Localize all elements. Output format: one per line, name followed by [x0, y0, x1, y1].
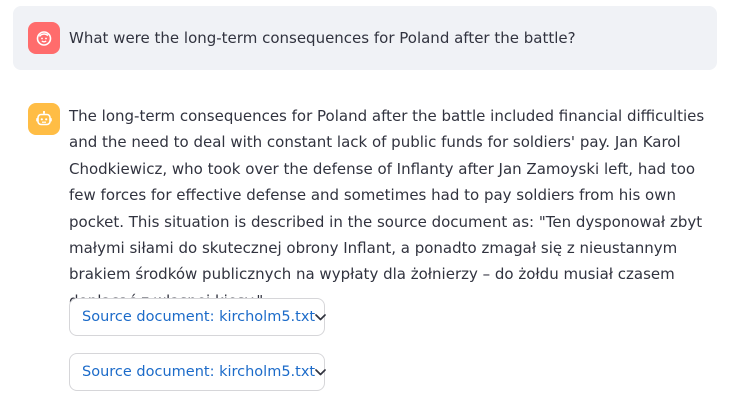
assistant-avatar [28, 103, 60, 135]
robot-icon [36, 110, 52, 126]
source-document-expander[interactable]: Source document: kircholm5.txt [69, 353, 326, 391]
chevron-down-icon [315, 311, 326, 323]
user-message-text: What were the long-term consequences for… [69, 29, 576, 47]
assistant-message-text: The long-term consequences for Poland af… [69, 107, 705, 310]
smiley-face-icon [36, 31, 52, 46]
user-avatar [28, 22, 60, 54]
source-document-label: Source document: kircholm5.txt [82, 309, 316, 325]
chevron-down-icon [315, 366, 326, 378]
source-document-expander[interactable]: Source document: kircholm5.txt [69, 298, 326, 336]
source-document-label: Source document: kircholm5.txt [82, 364, 316, 380]
chat-page: What were the long-term consequences for… [0, 0, 756, 409]
user-message: What were the long-term consequences for… [13, 6, 717, 70]
